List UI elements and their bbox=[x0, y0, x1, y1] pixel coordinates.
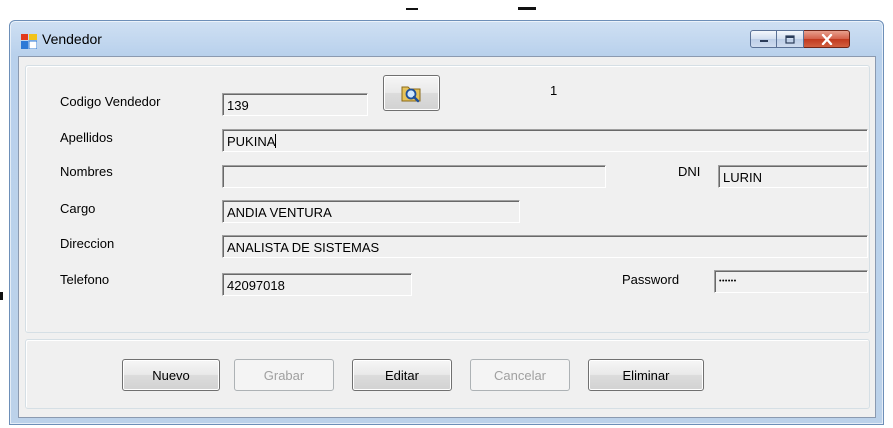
telefono-field[interactable]: 42097018 bbox=[222, 273, 412, 296]
search-folder-icon bbox=[401, 86, 420, 103]
dni-field[interactable]: LURIN bbox=[718, 165, 868, 188]
close-button[interactable] bbox=[804, 30, 850, 48]
codigo-vendedor-field[interactable]: 139 bbox=[222, 93, 368, 116]
apellidos-field[interactable]: PUKINA bbox=[222, 129, 868, 152]
apellidos-value: PUKINA bbox=[227, 134, 276, 149]
cargo-label: Cargo bbox=[60, 201, 96, 216]
grabar-button[interactable]: Grabar bbox=[234, 359, 334, 391]
nuevo-button[interactable]: Nuevo bbox=[122, 359, 220, 391]
vendedor-window: Vendedor Codigo Vendedor 139 1 Apellidos… bbox=[9, 20, 884, 425]
minimize-icon bbox=[759, 40, 768, 42]
maximize-icon bbox=[785, 34, 795, 44]
editar-button[interactable]: Editar bbox=[352, 359, 452, 391]
vendedor-details-group: Codigo Vendedor 139 1 Apellidos PUKINA N… bbox=[25, 65, 870, 333]
direccion-field[interactable]: ANALISTA DE SISTEMAS bbox=[222, 235, 868, 258]
action-buttons-group: Nuevo Grabar Editar Cancelar Eliminar bbox=[25, 339, 870, 409]
window-title: Vendedor bbox=[42, 31, 102, 47]
form-window-icon bbox=[21, 34, 37, 49]
apellidos-label: Apellidos bbox=[60, 130, 113, 145]
nombres-label: Nombres bbox=[60, 164, 113, 179]
telefono-label: Telefono bbox=[60, 272, 110, 287]
search-button[interactable] bbox=[383, 75, 440, 111]
nombres-field[interactable] bbox=[222, 165, 606, 188]
background-fragment bbox=[0, 292, 3, 300]
text-caret bbox=[275, 134, 277, 148]
direccion-label: Direccion bbox=[60, 236, 115, 251]
cargo-field[interactable]: ANDIA VENTURA bbox=[222, 200, 520, 223]
password-label: Password bbox=[622, 272, 680, 287]
cancelar-button[interactable]: Cancelar bbox=[470, 359, 570, 391]
eliminar-button[interactable]: Eliminar bbox=[588, 359, 704, 391]
record-indicator: 1 bbox=[550, 83, 558, 98]
minimize-button[interactable] bbox=[750, 30, 777, 48]
password-field[interactable]: •••••• bbox=[714, 270, 868, 293]
dni-label: DNI bbox=[678, 164, 701, 179]
background-fragment bbox=[406, 8, 418, 10]
form-client-area: Codigo Vendedor 139 1 Apellidos PUKINA N… bbox=[18, 56, 876, 418]
maximize-button[interactable] bbox=[777, 30, 804, 48]
background-fragment bbox=[518, 7, 536, 10]
close-icon bbox=[821, 33, 832, 45]
codigo-vendedor-label: Codigo Vendedor bbox=[60, 94, 161, 109]
